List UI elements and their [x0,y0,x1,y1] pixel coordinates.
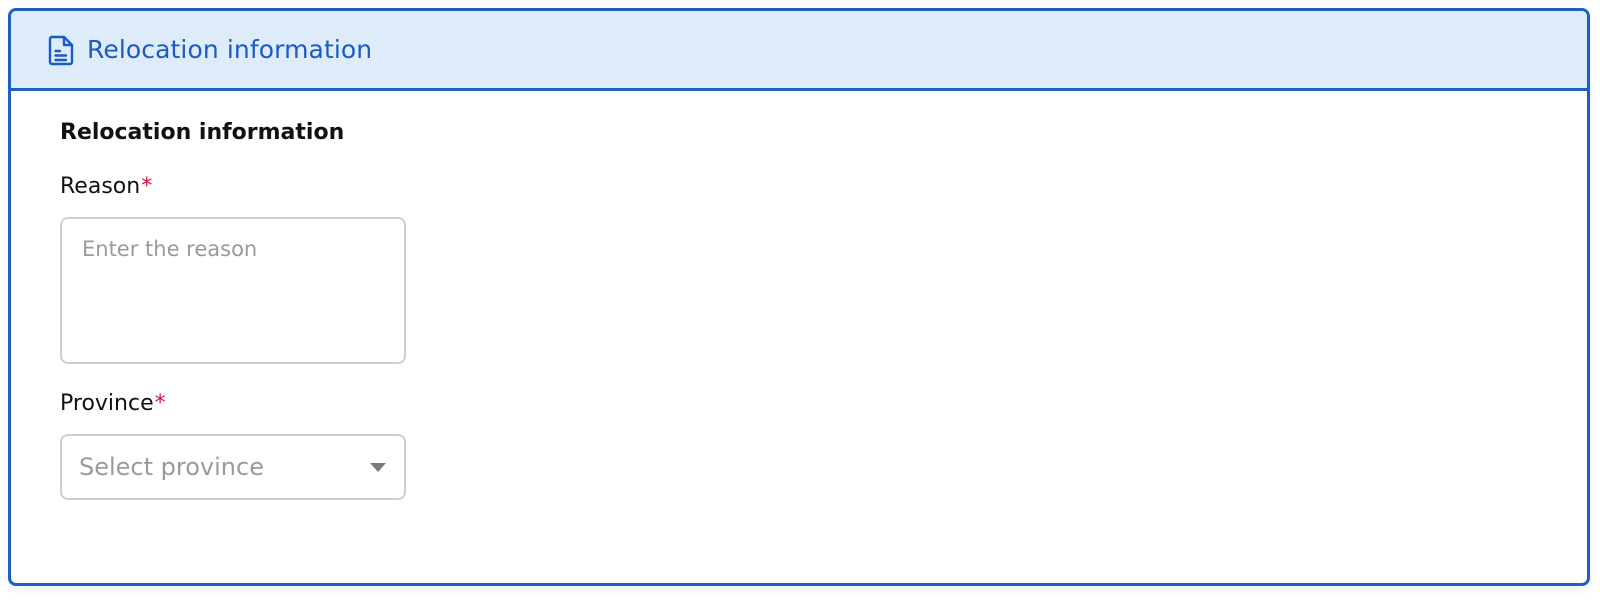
panel-header[interactable]: Relocation information [11,11,1587,91]
province-required-marker: * [154,391,166,416]
document-icon [47,34,75,66]
section-title: Relocation information [60,120,345,145]
panel-body: Relocation information Reason* Province*… [11,91,1587,500]
reason-textarea[interactable] [60,217,406,364]
reason-label: Reason* [60,173,1587,201]
reason-label-text: Reason [60,174,141,199]
province-select-placeholder: Select province [79,453,264,481]
reason-required-marker: * [141,174,153,199]
relocation-panel: Relocation information Relocation inform… [8,8,1590,586]
panel-header-title: Relocation information [87,35,373,64]
province-label-text: Province [60,391,154,416]
province-label: Province* [60,390,1587,418]
province-select[interactable]: Select province [60,434,406,500]
caret-down-icon [370,462,386,472]
